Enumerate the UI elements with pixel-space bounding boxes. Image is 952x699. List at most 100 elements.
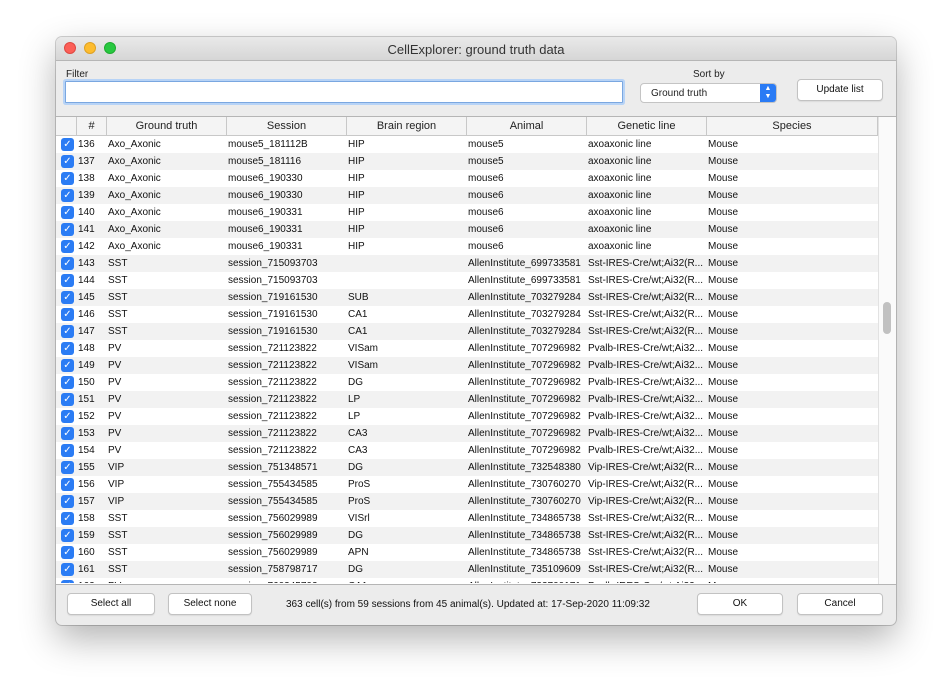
row-checkbox[interactable]: ✓ [61, 444, 74, 457]
col-species-header[interactable]: Species [707, 117, 878, 135]
table-row[interactable]: ✓ 161 SST session_758798717 DG AllenInstitute… [56, 561, 878, 578]
row-checkbox[interactable]: ✓ [61, 478, 74, 491]
row-checkbox[interactable]: ✓ [61, 529, 74, 542]
table-row[interactable]: ✓ 157 VIP session_755434585 ProS AllenInstitu… [56, 493, 878, 510]
species-cell: Mouse [708, 190, 739, 201]
ground-truth-cell: SST [108, 326, 128, 337]
row-checkbox[interactable]: ✓ [61, 376, 74, 389]
row-number: 159 [78, 530, 95, 541]
filter-label: Filter [66, 69, 89, 80]
brain-region-cell: VISam [348, 343, 379, 354]
table-row[interactable]: ✓ 141 Axo_Axonic mouse6_190331 HIP mouse6 axoa… [56, 221, 878, 238]
col-number-header[interactable]: # [77, 117, 107, 135]
row-checkbox[interactable]: ✓ [61, 359, 74, 372]
session-cell: session_721123822 [228, 343, 317, 354]
ground-truth-cell: Axo_Axonic [108, 207, 161, 218]
ground-truth-cell: Axo_Axonic [108, 139, 161, 150]
row-checkbox[interactable]: ✓ [61, 410, 74, 423]
row-checkbox[interactable]: ✓ [61, 223, 74, 236]
vertical-scrollbar[interactable] [878, 117, 896, 584]
ground-truth-cell: SST [108, 564, 128, 575]
table-row[interactable]: ✓ 156 VIP session_755434585 ProS AllenInstitu… [56, 476, 878, 493]
row-checkbox[interactable]: ✓ [61, 546, 74, 559]
species-cell: Mouse [708, 139, 739, 150]
col-session-header[interactable]: Session [227, 117, 347, 135]
row-checkbox[interactable]: ✓ [61, 342, 74, 355]
row-checkbox[interactable]: ✓ [61, 427, 74, 440]
row-number: 150 [78, 377, 95, 388]
row-checkbox[interactable]: ✓ [61, 274, 74, 287]
table-row[interactable]: ✓ 137 Axo_Axonic mouse5_181116 HIP mouse5 axoa… [56, 153, 878, 170]
table-row[interactable]: ✓ 154 PV session_721123822 CA3 AllenInstitute… [56, 442, 878, 459]
animal-cell: AllenInstitute_707296982 [468, 377, 581, 388]
brain-region-cell: DG [348, 564, 363, 575]
genetic-line-cell: Sst-IRES-Cre/wt;Ai32(R... [588, 530, 704, 541]
up-down-chevron-icon: ▲ ▼ [760, 84, 776, 102]
animal-cell: AllenInstitute_730760270 [468, 496, 581, 507]
table-row[interactable]: ✓ 139 Axo_Axonic mouse6_190330 HIP mouse6 axoa… [56, 187, 878, 204]
table-row[interactable]: ✓ 143 SST session_715093703 AllenInstitute_6… [56, 255, 878, 272]
session-cell: session_719161530 [228, 292, 318, 303]
row-checkbox[interactable]: ✓ [61, 563, 74, 576]
table-row[interactable]: ✓ 150 PV session_721123822 DG AllenInstitute_… [56, 374, 878, 391]
table-row[interactable]: ✓ 155 VIP session_751348571 DG AllenInstitute… [56, 459, 878, 476]
table-row[interactable]: ✓ 162PVsession_760345702CA1AllenInstitute… [56, 578, 878, 583]
col-ground-truth-header[interactable]: Ground truth [107, 117, 227, 135]
brain-region-cell: ProS [348, 479, 371, 490]
ground-truth-cell: PV [108, 428, 122, 439]
filter-input[interactable] [65, 81, 623, 103]
table-row[interactable]: ✓ 158 SST session_756029989 VISrl AllenInstit… [56, 510, 878, 527]
row-checkbox[interactable]: ✓ [61, 512, 74, 525]
table-row[interactable]: ✓ 152 PV session_721123822 LP AllenInstitute_… [56, 408, 878, 425]
species-cell: Mouse [708, 343, 739, 354]
row-checkbox[interactable]: ✓ [61, 155, 74, 168]
sort-by-select[interactable]: Ground truth ▲ ▼ [640, 83, 777, 103]
table-body[interactable]: ✓ 136 Axo_Axonic mouse5_181112B HIP mouse5 axo… [56, 136, 878, 583]
table-row[interactable]: ✓ 142 Axo_Axonic mouse6_190331 HIP mouse6 axoa… [56, 238, 878, 255]
table-row[interactable]: ✓ 140 Axo_Axonic mouse6_190331 HIP mouse6 axoa… [56, 204, 878, 221]
row-checkbox[interactable]: ✓ [61, 393, 74, 406]
table-row[interactable]: ✓ 149 PV session_721123822 VISam AllenInstitu… [56, 357, 878, 374]
table-row[interactable]: ✓ 151 PV session_721123822 LP AllenInstitute_… [56, 391, 878, 408]
genetic-line-cell: Sst-IRES-Cre/wt;Ai32(R... [588, 275, 704, 286]
col-genetic-line-header[interactable]: Genetic line [587, 117, 707, 135]
ground-truth-cell: SST [108, 275, 128, 286]
table-row[interactable]: ✓ 159 SST session_756029989 DG AllenInstitute… [56, 527, 878, 544]
row-checkbox[interactable]: ✓ [61, 495, 74, 508]
table-row[interactable]: ✓ 144 SST session_715093703 AllenInstitute_6… [56, 272, 878, 289]
row-checkbox[interactable]: ✓ [61, 580, 74, 583]
species-cell: Mouse [708, 513, 739, 524]
col-brain-region-header[interactable]: Brain region [347, 117, 467, 135]
cancel-button[interactable]: Cancel [797, 593, 883, 615]
row-checkbox[interactable]: ✓ [61, 325, 74, 338]
row-checkbox[interactable]: ✓ [61, 240, 74, 253]
title-bar[interactable]: CellExplorer: ground truth data [56, 37, 896, 61]
table-row[interactable]: ✓ 138 Axo_Axonic mouse6_190330 HIP mouse6 axoa… [56, 170, 878, 187]
table-row[interactable]: ✓ 136 Axo_Axonic mouse5_181112B HIP mouse5 axo… [56, 136, 878, 153]
table-row[interactable]: ✓ 146 SST session_719161530 CA1 AllenInstitut… [56, 306, 878, 323]
brain-region-cell: VISrl [348, 513, 370, 524]
ground-truth-cell: Axo_Axonic [108, 173, 161, 184]
species-cell: Mouse [708, 275, 739, 286]
update-list-button[interactable]: Update list [797, 79, 883, 101]
row-checkbox[interactable]: ✓ [61, 257, 74, 270]
table-row[interactable]: ✓ 148 PV session_721123822 VISam AllenInstitu… [56, 340, 878, 357]
row-checkbox[interactable]: ✓ [61, 189, 74, 202]
brain-region-cell: LP [348, 411, 361, 422]
table-row[interactable]: ✓ 147 SST session_719161530 CA1 AllenInstitut… [56, 323, 878, 340]
table-row[interactable]: ✓ 145 SST session_719161530 SUB AllenInstitut… [56, 289, 878, 306]
table-row[interactable]: ✓ 153 PV session_721123822 CA3 AllenInstitute… [56, 425, 878, 442]
row-number: 149 [78, 360, 95, 371]
scrollbar-thumb[interactable] [883, 302, 891, 334]
col-animal-header[interactable]: Animal [467, 117, 587, 135]
row-checkbox[interactable]: ✓ [61, 138, 74, 151]
ok-button[interactable]: OK [697, 593, 783, 615]
select-all-button[interactable]: Select all [67, 593, 155, 615]
row-checkbox[interactable]: ✓ [61, 461, 74, 474]
select-none-button[interactable]: Select none [168, 593, 252, 615]
row-checkbox[interactable]: ✓ [61, 291, 74, 304]
row-checkbox[interactable]: ✓ [61, 172, 74, 185]
row-checkbox[interactable]: ✓ [61, 206, 74, 219]
table-row[interactable]: ✓ 160 SST session_756029989 APN AllenInstitut… [56, 544, 878, 561]
row-checkbox[interactable]: ✓ [61, 308, 74, 321]
